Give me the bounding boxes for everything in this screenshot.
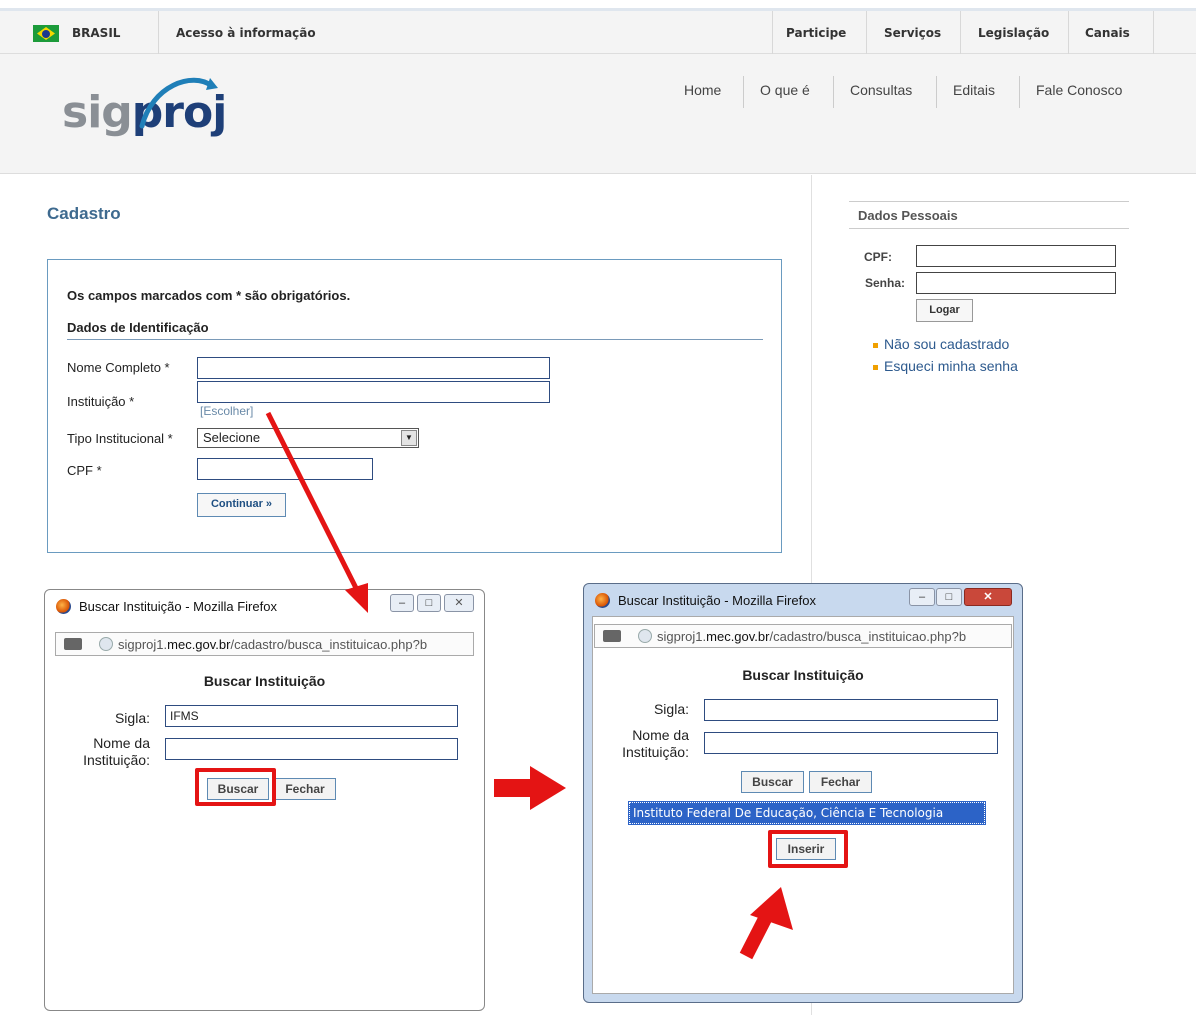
popup2-title: Buscar Instituição - Mozilla Firefox [618, 593, 816, 608]
bullet-icon [873, 342, 878, 348]
tipo-institucional-label: Tipo Institucional * [67, 431, 173, 446]
highlight-inserir [768, 830, 848, 868]
popup-buscar-instituicao-1: Buscar Instituição - Mozilla Firefox – □… [44, 589, 485, 1011]
instituicao-input[interactable] [197, 381, 550, 403]
nav-home[interactable]: Home [684, 82, 721, 98]
popup1-nome-label-2: Instituição: [83, 752, 150, 768]
nav-editais[interactable]: Editais [953, 82, 995, 98]
side-senha-input[interactable] [916, 272, 1116, 294]
instituicao-label: Instituição * [67, 394, 135, 409]
legislacao-link[interactable]: Legislação [978, 11, 1049, 54]
esqueci-senha-link[interactable]: Esqueci minha senha [873, 358, 1018, 374]
dados-pessoais-title: Dados Pessoais [849, 201, 1129, 229]
firefox-icon [595, 593, 610, 608]
popup1-nome-input[interactable] [165, 738, 458, 760]
popup2-titlebar[interactable]: Buscar Instituição - Mozilla Firefox – □… [584, 584, 1022, 616]
popup2-heading: Buscar Instituição [742, 667, 864, 683]
popup-buscar-instituicao-2: Buscar Instituição - Mozilla Firefox – □… [583, 583, 1023, 1003]
gov-bar: BRASIL Acesso à informação Participe Ser… [0, 8, 1196, 54]
instituicao-result-option[interactable]: Instituto Federal De Educação, Ciência E… [628, 801, 986, 825]
bullet-icon [873, 364, 878, 370]
page-icon [64, 638, 82, 650]
servicos-link[interactable]: Serviços [884, 11, 941, 54]
popup2-sigla-label: Sigla: [653, 701, 689, 717]
popup1-fechar-button[interactable]: Fechar [274, 778, 336, 800]
popup2-nome-label-2: Instituição: [622, 744, 689, 760]
popup2-address-bar[interactable]: sigproj1.mec.gov.br/cadastro/busca_insti… [594, 624, 1012, 648]
brazil-flag-icon[interactable] [33, 25, 59, 42]
arrow-right-icon [494, 766, 566, 810]
tipo-institucional-select[interactable]: Selecione ▼ [197, 428, 419, 448]
popup1-nome-label-1: Nome da [93, 735, 150, 751]
page: BRASIL Acesso à informação Participe Ser… [0, 0, 1196, 1015]
popup2-sigla-input[interactable] [704, 699, 998, 721]
minimize-button[interactable]: – [390, 594, 414, 612]
minimize-button[interactable]: – [909, 588, 935, 606]
nome-completo-input[interactable] [197, 357, 550, 379]
popup2-buscar-button[interactable]: Buscar [741, 771, 804, 793]
acesso-informacao-link[interactable]: Acesso à informação [176, 11, 316, 54]
highlight-buscar [195, 768, 276, 806]
side-senha-label: Senha: [865, 276, 906, 290]
close-button[interactable]: ✕ [444, 594, 474, 612]
page-title: Cadastro [47, 204, 121, 223]
nav-fale-conosco[interactable]: Fale Conosco [1036, 82, 1122, 98]
escolher-link[interactable]: [Escolher] [200, 404, 253, 418]
nao-cadastrado-link[interactable]: Não sou cadastrado [873, 336, 1009, 352]
globe-icon [638, 629, 652, 643]
canais-link[interactable]: Canais [1085, 11, 1130, 54]
popup2-fechar-button[interactable]: Fechar [809, 771, 872, 793]
logo-swoosh-icon [139, 77, 218, 129]
tipo-selected-value: Selecione [203, 430, 261, 445]
continuar-button[interactable]: Continuar » [197, 493, 286, 517]
popup1-heading: Buscar Instituição [203, 673, 326, 689]
popup1-sigla-input[interactable]: IFMS [165, 705, 458, 727]
popup1-address-bar[interactable]: sigproj1.mec.gov.br/cadastro/busca_insti… [55, 632, 474, 656]
maximize-button[interactable]: □ [936, 588, 962, 606]
nome-label: Nome Completo * [67, 360, 170, 375]
nav-o-que-e[interactable]: O que é [760, 82, 810, 98]
globe-icon [99, 637, 113, 651]
cadastro-form: Os campos marcados com * são obrigatório… [47, 259, 782, 553]
side-cpf-input[interactable] [916, 245, 1116, 267]
cpf-input[interactable] [197, 458, 373, 480]
popup2-nome-label-1: Nome da [632, 727, 689, 743]
page-icon [603, 630, 621, 642]
popup2-nome-input[interactable] [704, 732, 998, 754]
required-notice: Os campos marcados com * são obrigatório… [67, 288, 351, 303]
section-heading: Dados de Identificação [67, 320, 763, 340]
popup1-sigla-label: Sigla: [114, 710, 150, 726]
popup1-titlebar[interactable]: Buscar Instituição - Mozilla Firefox – □… [45, 590, 484, 622]
logar-button[interactable]: Logar [916, 299, 973, 322]
nav-consultas[interactable]: Consultas [850, 82, 912, 98]
brasil-link[interactable]: BRASIL [72, 11, 120, 54]
popup1-title: Buscar Instituição - Mozilla Firefox [79, 599, 277, 614]
firefox-icon [56, 599, 71, 614]
close-button[interactable]: ✕ [964, 588, 1012, 606]
site-header: sigproj Home O que é Consultas Editais F… [0, 54, 1196, 174]
cpf-label: CPF * [67, 463, 102, 478]
side-cpf-label: CPF: [864, 250, 892, 264]
participe-link[interactable]: Participe [786, 11, 846, 54]
maximize-button[interactable]: □ [417, 594, 441, 612]
dropdown-arrow-icon[interactable]: ▼ [401, 430, 417, 446]
